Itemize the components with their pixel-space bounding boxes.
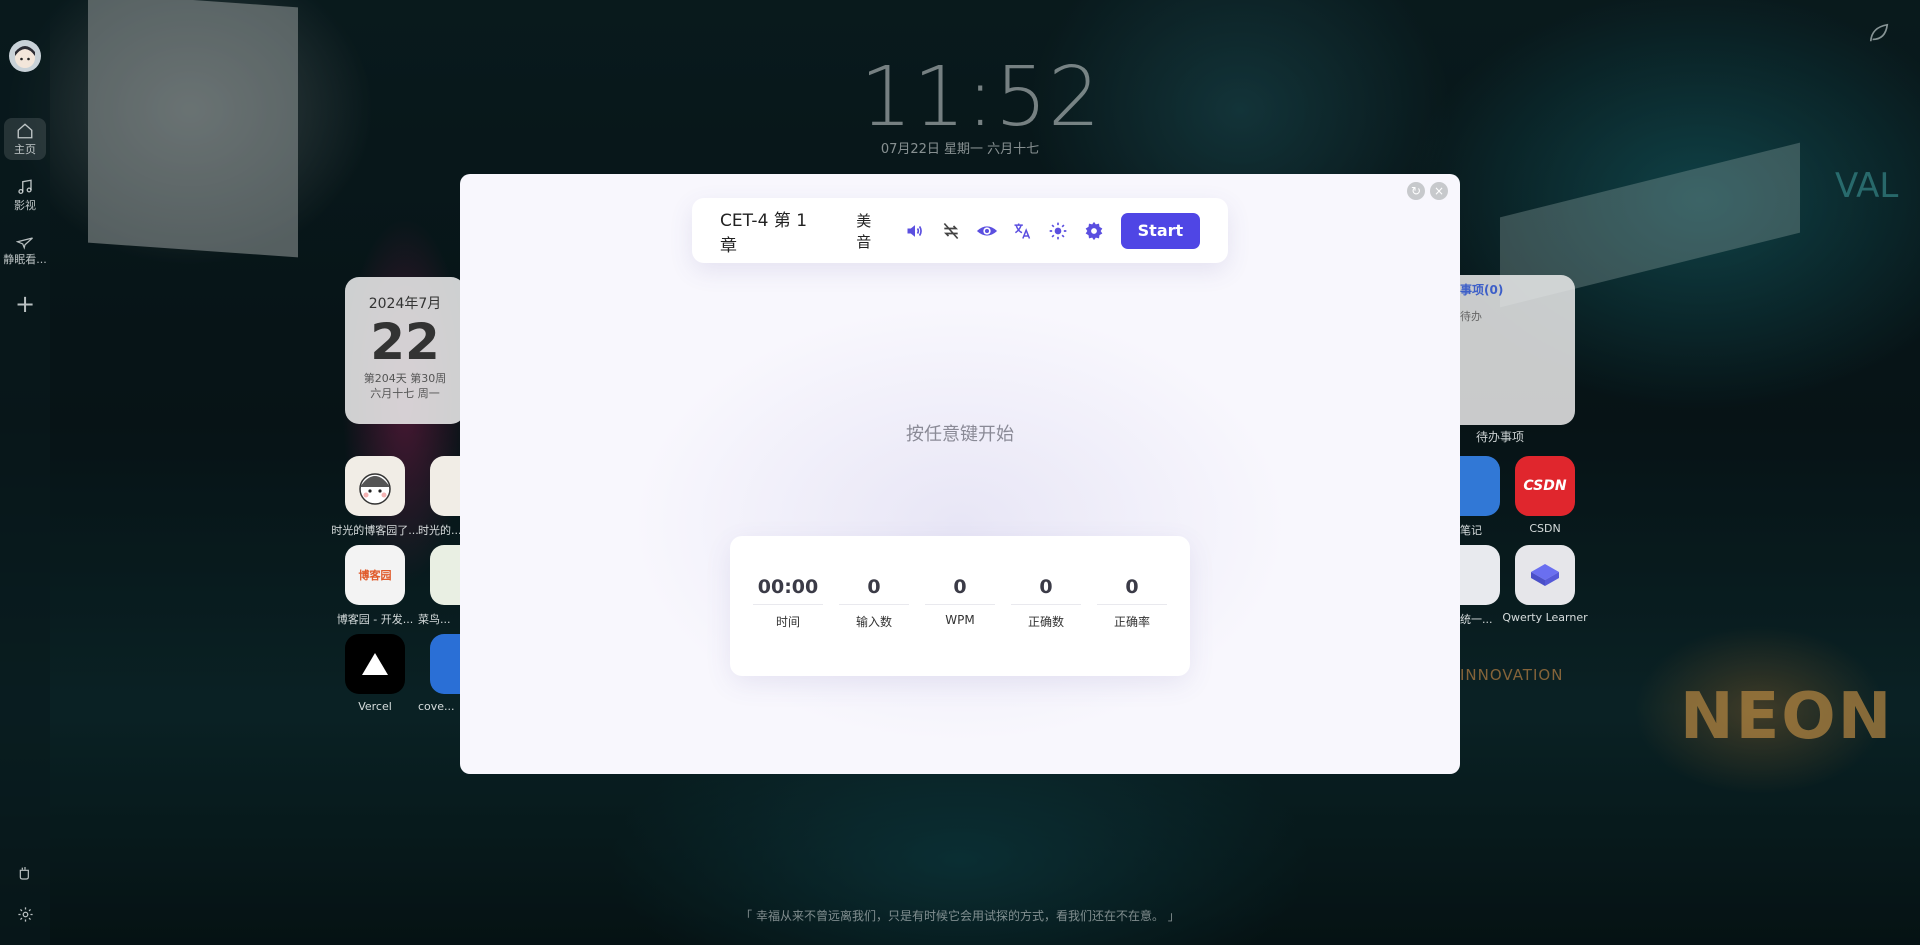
stat-label: WPM bbox=[945, 613, 975, 627]
calendar-lunar: 六月十七 周一 bbox=[370, 387, 440, 400]
app-icon[interactable]: 时光的博客园了... bbox=[329, 456, 421, 538]
cartoon-avatar-icon bbox=[345, 456, 405, 516]
clock-date: 07月22日 星期一 六月十七 bbox=[880, 142, 1040, 157]
add-icon[interactable]: + bbox=[0, 292, 50, 316]
avatar[interactable] bbox=[9, 40, 41, 72]
music-note-icon bbox=[18, 179, 32, 195]
settings-gear-icon[interactable] bbox=[1083, 220, 1105, 242]
calendar-week: 第204天 第30周 bbox=[363, 372, 447, 385]
app-icon[interactable]: 笔记 bbox=[1460, 456, 1500, 538]
coffee-cup-icon[interactable] bbox=[0, 865, 50, 881]
start-button[interactable]: Start bbox=[1120, 212, 1200, 249]
app-name: cove... bbox=[418, 700, 455, 713]
app-name: Vercel bbox=[358, 700, 392, 713]
app-name: 菜鸟... bbox=[418, 613, 451, 626]
app-icon[interactable]: cove... bbox=[418, 634, 460, 713]
app-icon[interactable]: 博客园 博客园 - 开发... bbox=[329, 545, 421, 627]
csdn-icon: CSDN bbox=[1515, 456, 1575, 516]
app-name: CSDN bbox=[1529, 522, 1561, 535]
todo-subtitle: 待办 bbox=[1460, 310, 1482, 323]
window-controls: ↻ × bbox=[1407, 182, 1448, 200]
left-rail: 主页 影视 静眠看... + bbox=[0, 0, 50, 945]
daily-quote: 「 幸福从来不曾远离我们，只是有时候它会用试探的方式，看我们还在不在意。 」 bbox=[740, 909, 1180, 923]
stat-label: 输入数 bbox=[855, 615, 892, 629]
stat-label: 正确数 bbox=[1027, 615, 1064, 629]
stat-accuracy: 0 正确率 bbox=[1097, 576, 1167, 676]
stat-value: 0 bbox=[1011, 576, 1081, 605]
home-icon bbox=[17, 123, 33, 139]
cnblogs-icon: 博客园 bbox=[345, 545, 405, 605]
sun-icon[interactable] bbox=[1047, 220, 1069, 242]
todo-widget[interactable]: 事项(0) 待办 bbox=[1440, 275, 1575, 425]
airplane-icon bbox=[16, 237, 33, 250]
stats-panel: 00:00 时间 0 输入数 0 WPM 0 正确数 0 正确率 bbox=[730, 536, 1190, 676]
app-icon[interactable]: 统一... bbox=[1460, 545, 1500, 627]
stat-value: 00:00 bbox=[753, 576, 823, 605]
app-name: 时光的... bbox=[418, 524, 460, 537]
stat-value: 0 bbox=[925, 576, 995, 605]
stat-inputs: 0 输入数 bbox=[839, 576, 909, 676]
stat-value: 0 bbox=[1097, 576, 1167, 605]
loop-off-icon[interactable] bbox=[940, 220, 962, 242]
stat-label: 时间 bbox=[775, 615, 800, 629]
sidebar-item-sleep[interactable]: 静眠看... bbox=[0, 232, 50, 267]
app-name: 统一... bbox=[1460, 613, 1493, 626]
notes-icon bbox=[1460, 456, 1500, 516]
runoob-icon bbox=[430, 545, 460, 605]
typing-practice-modal: ↻ × CET-4 第 1 章 美音 Start 按任意键开始 00:00 时间 bbox=[460, 174, 1460, 774]
app-name: 时光的博客园了... bbox=[331, 524, 419, 537]
background-glow bbox=[630, 304, 1290, 744]
app-icon[interactable]: CSDN CSDN bbox=[1499, 456, 1591, 535]
stat-value: 0 bbox=[839, 576, 909, 605]
app-name: 笔记 bbox=[1460, 524, 1482, 537]
pronunciation-select[interactable]: 美音 bbox=[856, 210, 886, 252]
calendar-day: 22 bbox=[370, 313, 440, 371]
refresh-icon[interactable]: ↻ bbox=[1407, 182, 1425, 200]
app-icon[interactable]: 时光的... bbox=[418, 456, 460, 538]
calendar-month: 2024年7月 bbox=[368, 296, 442, 312]
speaker-icon[interactable] bbox=[904, 220, 926, 242]
app-name: Qwerty Learner bbox=[1502, 611, 1588, 624]
sidebar-item-label: 影视 bbox=[14, 199, 36, 212]
leaf-icon[interactable] bbox=[1868, 22, 1890, 48]
close-icon[interactable]: × bbox=[1430, 182, 1448, 200]
clock-time: 11:52 bbox=[860, 50, 1102, 145]
app-icon[interactable]: Vercel bbox=[329, 634, 421, 713]
cartoon-avatar-icon bbox=[430, 456, 460, 516]
start-hint: 按任意键开始 bbox=[906, 424, 1014, 445]
stat-time: 00:00 时间 bbox=[753, 576, 823, 676]
vercel-triangle-icon bbox=[345, 634, 405, 694]
sidebar-item-label: 主页 bbox=[14, 143, 36, 156]
emblem-icon bbox=[1460, 545, 1500, 605]
cove-icon bbox=[430, 634, 460, 694]
keyboard-key-icon bbox=[1515, 545, 1575, 605]
eye-icon[interactable] bbox=[976, 220, 998, 242]
dictionary-chapter-select[interactable]: CET-4 第 1 章 bbox=[720, 206, 828, 256]
calendar-widget[interactable]: 2024年7月 22 第204天 第30周 六月十七 周一 bbox=[345, 277, 465, 424]
todo-title: 事项(0) bbox=[1460, 283, 1504, 297]
sidebar-item-video[interactable]: 影视 bbox=[0, 178, 50, 213]
translate-icon[interactable] bbox=[1012, 220, 1034, 242]
stat-correct: 0 正确数 bbox=[1011, 576, 1081, 676]
sidebar-item-home[interactable]: 主页 bbox=[0, 118, 50, 160]
stat-label: 正确率 bbox=[1113, 615, 1150, 629]
app-name: 博客园 - 开发... bbox=[336, 613, 414, 626]
stat-wpm: 0 WPM bbox=[925, 576, 995, 676]
app-icon[interactable]: 菜鸟... bbox=[418, 545, 460, 627]
toolbar: CET-4 第 1 章 美音 Start bbox=[692, 198, 1228, 263]
app-icon[interactable]: Qwerty Learner bbox=[1499, 545, 1591, 624]
sidebar-item-label: 静眠看... bbox=[3, 253, 47, 266]
